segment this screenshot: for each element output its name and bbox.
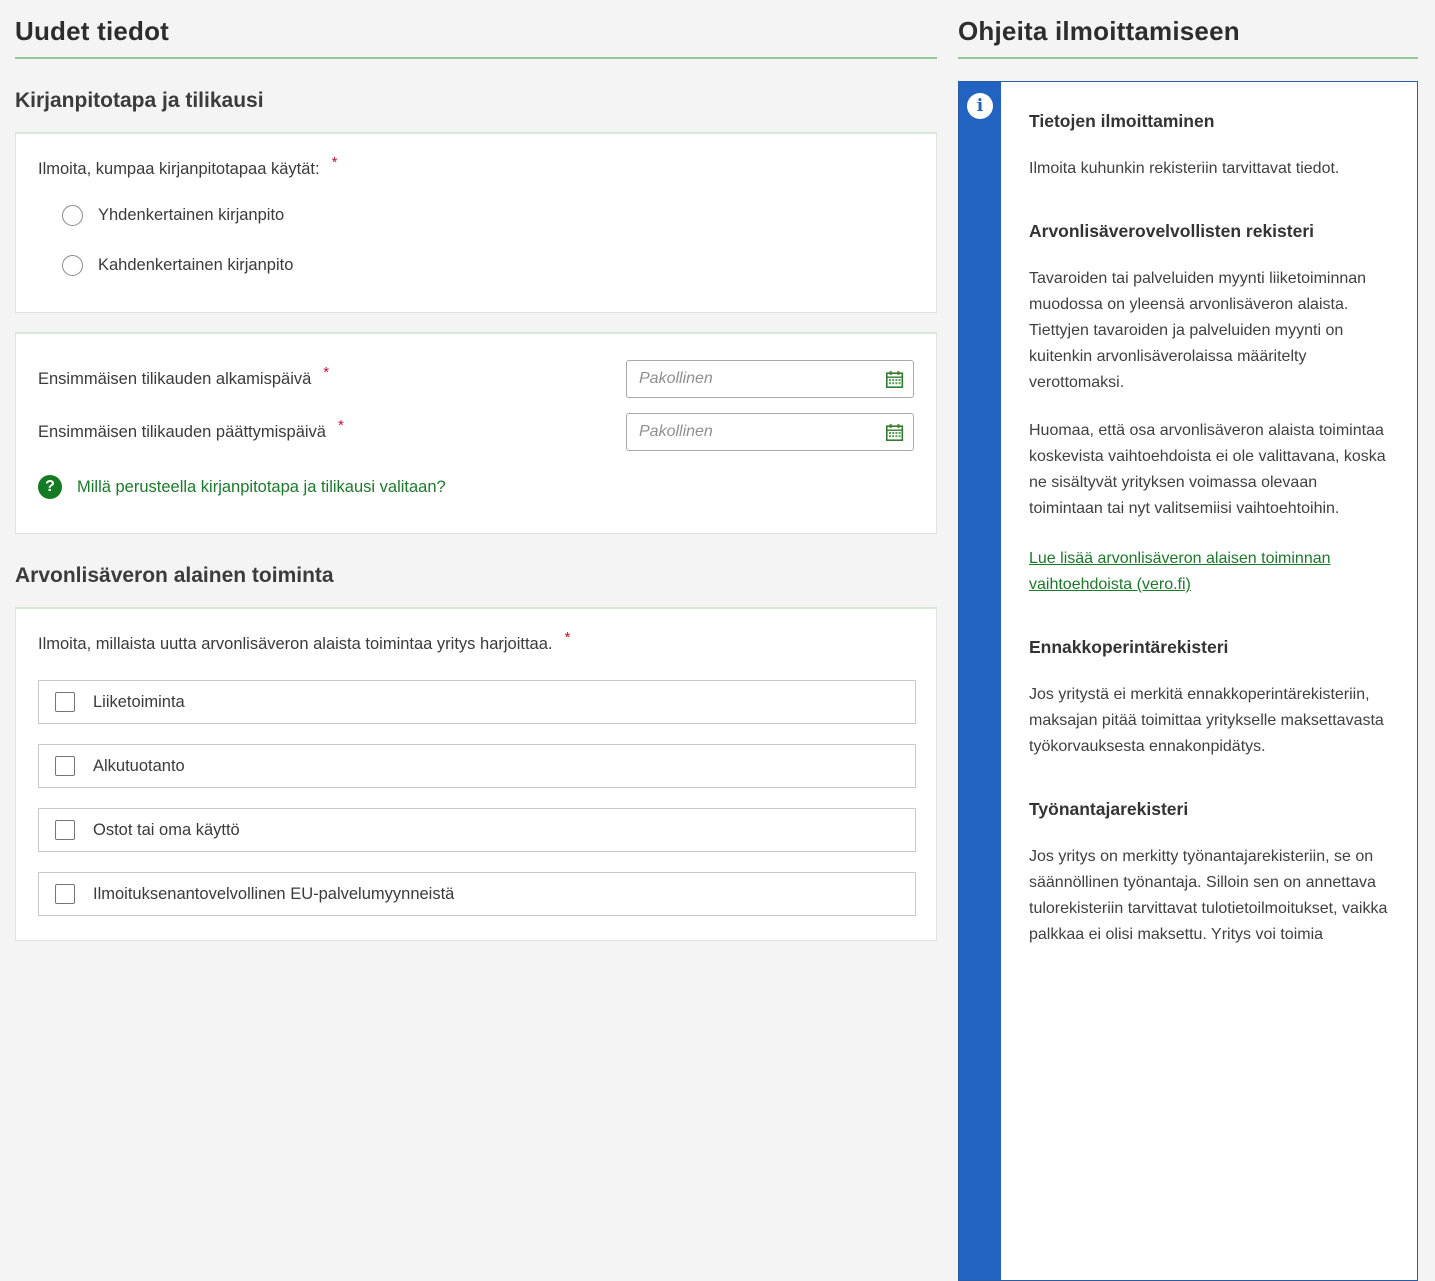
help-paragraph: Jos yritystä ei merkitä ennakkoperintäre… [1029, 682, 1389, 760]
vat-info-link[interactable]: Lue lisää arvonlisäveron alaisen toiminn… [1029, 546, 1389, 598]
info-icon: i [967, 93, 993, 119]
checkbox-option-eu-palvelumyynnit[interactable]: Ilmoituksenantovelvollinen EU-palvelumyy… [38, 872, 916, 916]
checkbox-option-label: Liiketoiminta [93, 693, 185, 712]
period-end-date-input[interactable] [626, 413, 914, 451]
vat-checkbox-list: Liiketoiminta Alkutuotanto Ostot tai oma… [38, 680, 914, 916]
section-heading-bookkeeping: Kirjanpitotapa ja tilikausi [15, 89, 937, 113]
checkbox-option-ostot[interactable]: Ostot tai oma käyttö [38, 808, 916, 852]
bookkeeping-radio-group: Yhdenkertainen kirjanpito Kahdenkertaine… [38, 205, 914, 276]
period-start-label-text: Ensimmäisen tilikauden alkamispäivä [38, 370, 311, 388]
checkbox-option-liiketoiminta[interactable]: Liiketoiminta [38, 680, 916, 724]
help-panel-stripe: i [959, 82, 1001, 1280]
bookkeeping-question: Ilmoita, kumpaa kirjanpitotapaa käytät:* [38, 160, 914, 179]
bookkeeping-help-link[interactable]: ? Millä perusteella kirjanpitotapa ja ti… [38, 475, 446, 499]
required-asterisk: * [564, 629, 570, 646]
period-start-label: Ensimmäisen tilikauden alkamispäivä* [38, 370, 329, 389]
radio-option-single-entry[interactable]: Yhdenkertainen kirjanpito [62, 205, 914, 226]
period-end-label-text: Ensimmäisen tilikauden päättymispäivä [38, 423, 326, 441]
required-asterisk: * [332, 154, 338, 171]
period-end-row: Ensimmäisen tilikauden päättymispäivä * [38, 413, 914, 451]
form-column: Uudet tiedot Kirjanpitotapa ja tilikausi… [15, 0, 937, 941]
checkbox-option-alkutuotanto[interactable]: Alkutuotanto [38, 744, 916, 788]
title-underline [15, 57, 937, 59]
required-asterisk: * [323, 364, 329, 381]
help-paragraph: Jos yritys on merkitty työnantajarekiste… [1029, 844, 1389, 948]
help-heading-employer-register: Työnantajarekisteri [1029, 796, 1389, 822]
checkbox-icon[interactable] [55, 692, 75, 712]
page-title: Uudet tiedot [15, 0, 937, 47]
question-icon: ? [38, 475, 62, 499]
help-panel-content: Tietojen ilmoittaminen Ilmoita kuhunkin … [1001, 82, 1417, 1280]
radio-option-label: Kahdenkertainen kirjanpito [98, 256, 293, 275]
checkbox-icon[interactable] [55, 884, 75, 904]
help-sidebar: Ohjeita ilmoittamiseen i Tietojen ilmoit… [958, 0, 1418, 1281]
sidebar-title: Ohjeita ilmoittamiseen [958, 0, 1418, 47]
bookkeeping-method-card: Ilmoita, kumpaa kirjanpitotapaa käytät:*… [15, 132, 937, 313]
radio-option-double-entry[interactable]: Kahdenkertainen kirjanpito [62, 255, 914, 276]
calendar-icon [884, 422, 905, 443]
bookkeeping-question-text: Ilmoita, kumpaa kirjanpitotapaa käytät: [38, 160, 320, 178]
financial-period-card: Ensimmäisen tilikauden alkamispäivä * [15, 332, 937, 534]
period-start-input-wrap [626, 360, 914, 398]
checkbox-option-label: Ilmoituksenantovelvollinen EU-palvelumyy… [93, 885, 454, 904]
period-start-row: Ensimmäisen tilikauden alkamispäivä * [38, 360, 914, 398]
vat-activity-card: Ilmoita, millaista uutta arvonlisäveron … [15, 607, 937, 941]
help-paragraph: Huomaa, että osa arvonlisäveron alaista … [1029, 418, 1389, 522]
section-heading-vat: Arvonlisäveron alainen toiminta [15, 564, 937, 588]
checkbox-option-label: Ostot tai oma käyttö [93, 821, 240, 840]
radio-option-label: Yhdenkertainen kirjanpito [98, 206, 284, 225]
period-start-date-input[interactable] [626, 360, 914, 398]
help-panel: i Tietojen ilmoittaminen Ilmoita kuhunki… [958, 81, 1418, 1281]
radio-button-icon[interactable] [62, 205, 83, 226]
calendar-button[interactable] [883, 368, 905, 390]
checkbox-icon[interactable] [55, 756, 75, 776]
radio-button-icon[interactable] [62, 255, 83, 276]
vat-question: Ilmoita, millaista uutta arvonlisäveron … [38, 635, 914, 654]
vat-question-text: Ilmoita, millaista uutta arvonlisäveron … [38, 635, 552, 653]
period-end-label: Ensimmäisen tilikauden päättymispäivä* [38, 423, 344, 442]
help-paragraph: Ilmoita kuhunkin rekisteriin tarvittavat… [1029, 156, 1389, 182]
checkbox-option-label: Alkutuotanto [93, 757, 185, 776]
checkbox-icon[interactable] [55, 820, 75, 840]
calendar-icon [884, 369, 905, 390]
calendar-button[interactable] [883, 421, 905, 443]
help-heading-withholding-register: Ennakkoperintärekisteri [1029, 634, 1389, 660]
required-asterisk: * [338, 417, 344, 434]
bookkeeping-help-link-text[interactable]: Millä perusteella kirjanpitotapa ja tili… [77, 478, 446, 497]
help-paragraph: Tavaroiden tai palveluiden myynti liiket… [1029, 266, 1389, 396]
help-heading-reporting: Tietojen ilmoittaminen [1029, 108, 1389, 134]
help-heading-vat-register: Arvonlisäverovelvollisten rekisteri [1029, 218, 1389, 244]
sidebar-title-underline [958, 57, 1418, 59]
period-end-input-wrap [626, 413, 914, 451]
